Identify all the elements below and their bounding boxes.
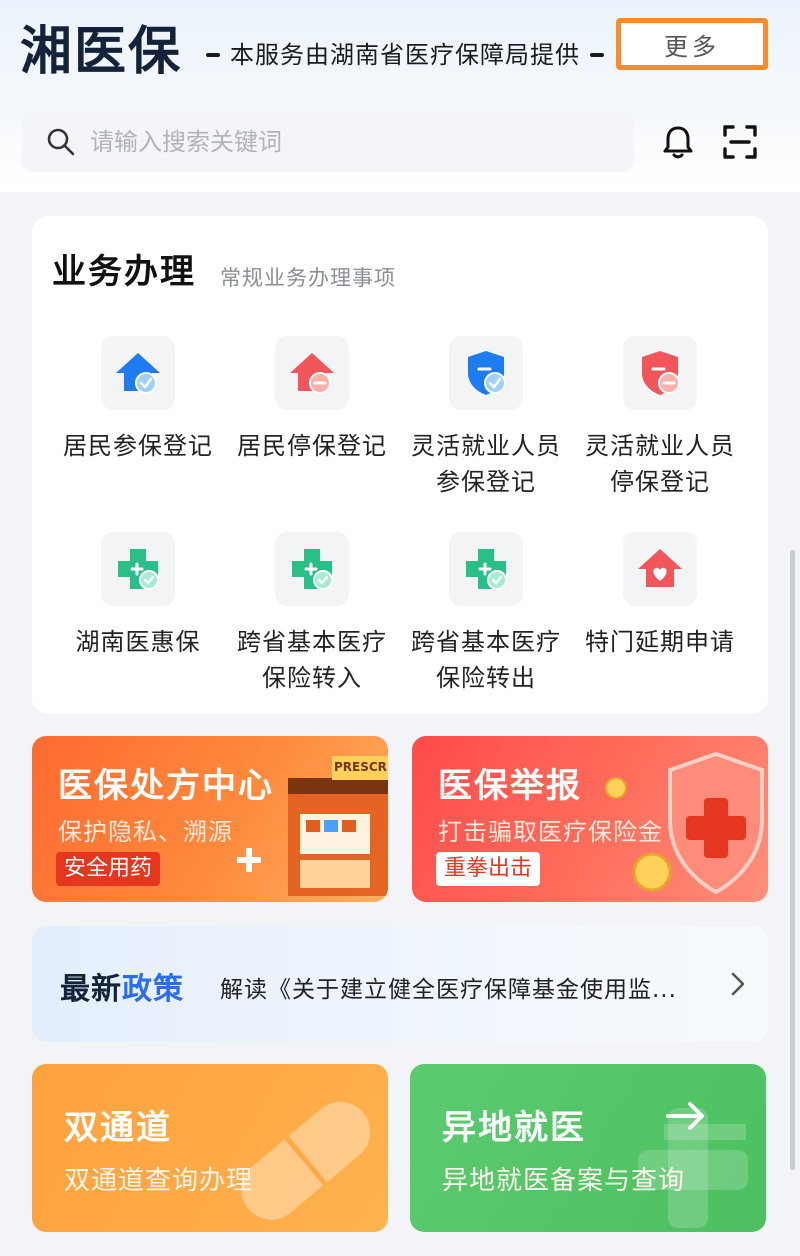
search-icon: [47, 128, 75, 156]
service-icon-box: [623, 532, 697, 606]
service-label: 湖南医惠保: [75, 628, 201, 656]
service-icon-box: [275, 336, 349, 410]
services-title: 业务办理: [52, 252, 196, 292]
banner-tag: 重拳出击: [436, 852, 541, 886]
house-red-minus-icon: [290, 353, 334, 394]
scrollbar[interactable]: [790, 550, 795, 1170]
service-label: 灵活就业人员停保登记: [585, 432, 735, 496]
service-label: 灵活就业人员参保登记: [411, 432, 561, 496]
service-icon-box: [623, 336, 697, 410]
banner-title: 医保处方中心: [58, 766, 274, 806]
medical-cross-green-icon: [118, 549, 159, 590]
service-item-transfer-in[interactable]: 跨省基本医疗保险转入: [220, 532, 404, 696]
notification-button[interactable]: [656, 120, 700, 164]
tagline: 本服务由湖南省医疗保障局提供: [206, 38, 604, 72]
banner-title: 医保举报: [438, 766, 582, 806]
banner-tag: 安全用药: [56, 852, 161, 886]
house-blue-check-icon: [116, 353, 160, 394]
service-label: 居民停保登记: [237, 432, 387, 460]
more-button[interactable]: 更多: [616, 18, 768, 70]
tagline-dash-right: [590, 53, 604, 57]
service-card: 业务办理 常规业务办理事项 居民参保登记 居民停保登记 灵活就业人员参保登记 灵…: [32, 216, 768, 714]
service-label: 特门延期申请: [585, 628, 735, 656]
latest-policy-bar[interactable]: 最新政策 解读《关于建立健全医疗保障基金使用监...: [32, 926, 768, 1042]
policy-tag-b: 政策: [122, 972, 184, 1007]
policy-headline: 解读《关于建立健全医疗保障基金使用监...: [220, 977, 677, 1003]
shield-red-minus-icon: [642, 351, 680, 395]
tile-title: 异地就医: [442, 1108, 586, 1148]
service-item-special-extension[interactable]: 特门延期申请: [568, 532, 752, 660]
service-item-hunan-yihuibao[interactable]: 湖南医惠保: [46, 532, 230, 660]
service-icon-box: [101, 336, 175, 410]
search-input[interactable]: [90, 128, 610, 156]
dual-channel-tile[interactable]: 双通道 双通道查询办理: [32, 1064, 388, 1232]
policy-tag-a: 最新: [60, 972, 122, 1007]
tagline-text: 本服务由湖南省医疗保障局提供: [230, 41, 580, 69]
tile-subtitle: 异地就医备案与查询: [442, 1166, 686, 1196]
bell-icon: [663, 126, 693, 159]
services-subtitle: 常规业务办理事项: [220, 266, 396, 290]
medical-cross-green-in-icon: [292, 549, 333, 590]
house-heart-red-icon: [638, 549, 682, 587]
chevron-right-icon: [731, 972, 745, 996]
service-label: 跨省基本医疗保险转出: [411, 628, 561, 692]
service-icon-box: [449, 336, 523, 410]
tile-subtitle: 双通道查询办理: [64, 1166, 254, 1196]
remote-medical-tile[interactable]: 异地就医 异地就医备案与查询: [410, 1064, 766, 1232]
tile-title: 双通道: [64, 1108, 172, 1148]
prescription-center-banner[interactable]: PRESCRIP 医保处方中心 保护隐私、溯源 安全用药: [32, 736, 388, 902]
service-icon-box: [275, 532, 349, 606]
service-item-flexible-stop[interactable]: 灵活就业人员停保登记: [568, 336, 752, 500]
app-brand: 湘医保: [20, 22, 183, 82]
service-item-flexible-enroll[interactable]: 灵活就业人员参保登记: [394, 336, 578, 500]
policy-tag: 最新政策: [60, 964, 184, 1008]
report-fraud-banner[interactable]: 医保举报 打击骗取医疗保险金 重拳出击: [412, 736, 768, 902]
service-icon-box: [101, 532, 175, 606]
medical-cross-green-out-icon: [466, 549, 507, 590]
service-label: 居民参保登记: [63, 432, 213, 460]
prescription-sign-text: PRESCRIP: [334, 760, 388, 774]
scan-button[interactable]: [718, 120, 762, 164]
search-bar[interactable]: [22, 112, 634, 172]
banner-subtitle: 保护隐私、溯源: [58, 818, 233, 846]
service-label: 跨省基本医疗保险转入: [237, 628, 387, 692]
banner-subtitle: 打击骗取医疗保险金: [438, 818, 663, 846]
service-item-resident-enroll[interactable]: 居民参保登记: [46, 336, 230, 464]
service-item-transfer-out[interactable]: 跨省基本医疗保险转出: [394, 532, 578, 696]
scan-icon: [723, 125, 757, 159]
service-item-resident-stop[interactable]: 居民停保登记: [220, 336, 404, 464]
tagline-dash-left: [206, 53, 220, 57]
shield-blue-check-icon: [468, 351, 506, 395]
service-icon-box: [449, 532, 523, 606]
